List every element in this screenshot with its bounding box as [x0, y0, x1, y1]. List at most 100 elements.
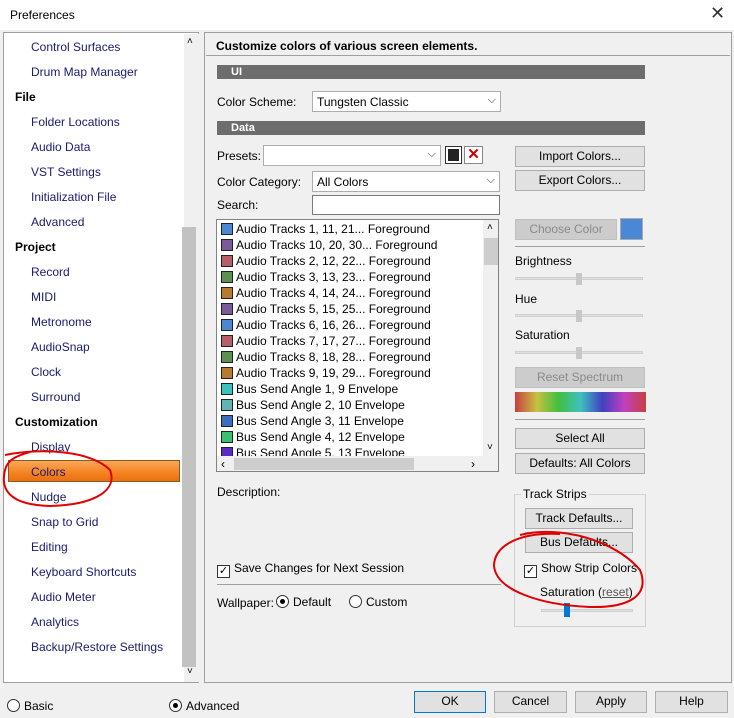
list-item[interactable]: Audio Tracks 3, 13, 23... Foreground: [221, 269, 431, 285]
save-changes-label: Save Changes for Next Session: [234, 561, 405, 575]
sidebar-item-advanced[interactable]: Advanced: [31, 215, 84, 229]
color-swatch: [221, 431, 233, 443]
export-colors-button[interactable]: Export Colors...: [515, 170, 645, 191]
hue-slider-thumb[interactable]: [576, 310, 582, 322]
presets-dropdown[interactable]: ⌵: [263, 145, 441, 166]
sidebar-item-record[interactable]: Record: [31, 265, 70, 279]
delete-preset-icon[interactable]: ✕: [464, 146, 483, 164]
list-item[interactable]: Audio Tracks 4, 14, 24... Foreground: [221, 285, 431, 301]
sidebar-section-header: Project: [15, 240, 56, 254]
list-hscroll-thumb[interactable]: [234, 458, 414, 470]
list-item[interactable]: Audio Tracks 9, 19, 29... Foreground: [221, 365, 431, 381]
sidebar-item-control-surfaces[interactable]: Control Surfaces: [31, 40, 120, 54]
scroll-up-icon[interactable]: ˄: [187, 36, 193, 47]
bus-defaults-button[interactable]: Bus Defaults...: [525, 532, 633, 553]
show-strip-colors-checkbox[interactable]: ✓ Show Strip Colors: [524, 561, 637, 578]
sidebar-item-editing[interactable]: Editing: [31, 540, 68, 554]
defaults-all-colors-button[interactable]: Defaults: All Colors: [515, 453, 645, 474]
sidebar-item-backup-restore-settings[interactable]: Backup/Restore Settings: [31, 640, 163, 654]
list-scroll-thumb[interactable]: [484, 238, 498, 265]
track-defaults-button[interactable]: Track Defaults...: [525, 508, 633, 529]
apply-button[interactable]: Apply: [575, 691, 647, 713]
list-item[interactable]: Bus Send Angle 3, 11 Envelope: [221, 413, 404, 429]
choose-color-button[interactable]: Choose Color: [515, 219, 617, 240]
select-all-button[interactable]: Select All: [515, 428, 645, 449]
sidebar-item-clock[interactable]: Clock: [31, 365, 61, 379]
save-preset-icon[interactable]: [445, 146, 462, 164]
save-changes-checkbox[interactable]: ✓ Save Changes for Next Session: [217, 561, 404, 578]
reset-link[interactable]: reset: [602, 585, 629, 599]
list-hscrollbar[interactable]: ‹ ›: [217, 456, 498, 471]
divider: [206, 55, 730, 56]
sidebar-item-vst-settings[interactable]: VST Settings: [31, 165, 101, 179]
help-button[interactable]: Help: [655, 691, 728, 713]
scroll-down-icon[interactable]: ˅: [187, 666, 193, 677]
sidebar-item-folder-locations[interactable]: Folder Locations: [31, 115, 120, 129]
color-scheme-dropdown[interactable]: Tungsten Classic ⌵: [312, 91, 501, 112]
advanced-label: Advanced: [186, 699, 240, 713]
scroll-up-icon[interactable]: ˄: [487, 222, 493, 233]
sidebar-item-drum-map-manager[interactable]: Drum Map Manager: [31, 65, 138, 79]
search-input[interactable]: [312, 195, 500, 215]
scroll-right-icon[interactable]: ›: [471, 457, 475, 471]
sidebar-item-surround[interactable]: Surround: [31, 390, 80, 404]
color-swatch: [221, 239, 233, 251]
scroll-left-icon[interactable]: ‹: [221, 457, 225, 471]
wallpaper-default-radio[interactable]: Default: [276, 595, 331, 609]
wallpaper-custom-radio[interactable]: Custom: [349, 595, 407, 609]
color-category-dropdown[interactable]: All Colors ⌵: [312, 171, 500, 192]
brightness-slider-thumb[interactable]: [576, 273, 582, 285]
strip-saturation-slider[interactable]: [541, 609, 633, 612]
cancel-button[interactable]: Cancel: [494, 691, 567, 713]
color-spectrum[interactable]: [515, 392, 646, 412]
color-swatch: [221, 415, 233, 427]
sidebar-item-audio-meter[interactable]: Audio Meter: [31, 590, 96, 604]
list-vscrollbar[interactable]: ˄ ˅: [483, 220, 498, 456]
scroll-down-icon[interactable]: ˅: [487, 442, 493, 453]
list-item[interactable]: Audio Tracks 10, 20, 30... Foreground: [221, 237, 437, 253]
import-colors-button[interactable]: Import Colors...: [515, 146, 645, 167]
sidebar-item-initialization-file[interactable]: Initialization File: [31, 190, 116, 204]
color-list[interactable]: Bus Send Angle 5, 13 Envelope Bus Send An…: [216, 219, 499, 472]
radio-unselected-icon: [7, 699, 20, 712]
color-swatch: [221, 383, 233, 395]
list-item[interactable]: Bus Send Angle 1, 9 Envelope: [221, 381, 398, 397]
basic-mode-radio[interactable]: Basic: [7, 699, 53, 713]
list-item[interactable]: Bus Send Angle 4, 12 Envelope: [221, 429, 405, 445]
chevron-down-icon: ⌵: [487, 94, 496, 106]
radio-unselected-icon: [349, 595, 362, 608]
sidebar-item-midi[interactable]: MIDI: [31, 290, 56, 304]
list-item[interactable]: Audio Tracks 5, 15, 25... Foreground: [221, 301, 431, 317]
ok-button[interactable]: OK: [414, 691, 486, 713]
sidebar-item-keyboard-shortcuts[interactable]: Keyboard Shortcuts: [31, 565, 136, 579]
sidebar-item-analytics[interactable]: Analytics: [31, 615, 79, 629]
list-item[interactable]: Audio Tracks 1, 11, 21... Foreground: [221, 221, 430, 237]
sidebar-scroll-thumb[interactable]: [182, 227, 196, 667]
title-bar: Preferences ✕: [0, 0, 734, 30]
current-color-swatch[interactable]: [620, 218, 643, 240]
sidebar-item-nudge[interactable]: Nudge: [31, 490, 66, 504]
strip-saturation-thumb[interactable]: [564, 603, 570, 617]
reset-spectrum-button[interactable]: Reset Spectrum: [515, 367, 645, 388]
sidebar-item-colors[interactable]: Colors: [31, 465, 66, 479]
sidebar-item-audiosnap[interactable]: AudioSnap: [31, 340, 90, 354]
list-item[interactable]: Audio Tracks 2, 12, 22... Foreground: [221, 253, 431, 269]
list-item[interactable]: Audio Tracks 8, 18, 28... Foreground: [221, 349, 431, 365]
saturation-slider-thumb[interactable]: [576, 347, 582, 359]
panel-header: Customize colors of various screen eleme…: [216, 39, 478, 53]
wallpaper-custom-label: Custom: [366, 595, 408, 609]
window-title: Preferences: [10, 8, 75, 22]
radio-selected-icon: [276, 595, 289, 608]
close-icon[interactable]: ✕: [710, 3, 725, 24]
list-item-label: Audio Tracks 9, 19, 29... Foreground: [236, 366, 431, 380]
list-item[interactable]: Bus Send Angle 2, 10 Envelope: [221, 397, 405, 413]
sidebar-item-display[interactable]: Display: [31, 440, 70, 454]
list-item-label: Audio Tracks 10, 20, 30... Foreground: [236, 238, 438, 252]
sidebar-item-metronome[interactable]: Metronome: [31, 315, 92, 329]
sidebar-item-snap-to-grid[interactable]: Snap to Grid: [31, 515, 98, 529]
advanced-mode-radio[interactable]: Advanced: [169, 699, 239, 713]
list-item[interactable]: Audio Tracks 6, 16, 26... Foreground: [221, 317, 431, 333]
sidebar-item-audio-data[interactable]: Audio Data: [31, 140, 90, 154]
list-item[interactable]: Audio Tracks 7, 17, 27... Foreground: [221, 333, 431, 349]
ui-section-bar: UI: [217, 65, 645, 79]
